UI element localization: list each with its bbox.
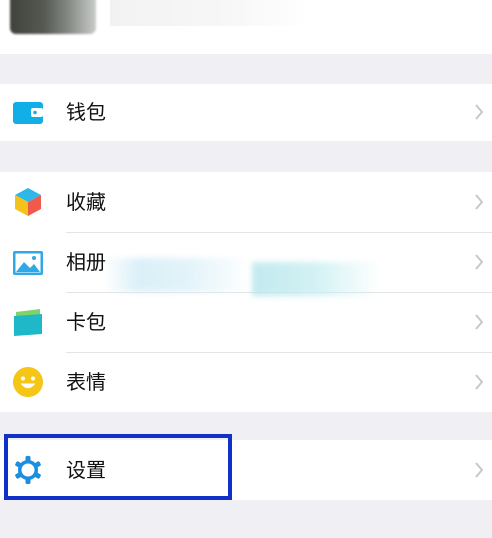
features-section: 收藏 相册 卡包 表情 (0, 172, 492, 412)
menu-item-cards-label: 卡包 (66, 310, 106, 334)
blurred-overlay (252, 262, 380, 296)
menu-item-photos-label: 相册 (66, 250, 106, 274)
gear-icon (12, 454, 44, 486)
profile-info-blurred (110, 0, 310, 26)
picture-icon (12, 246, 44, 278)
blurred-overlay (104, 258, 244, 292)
chevron-right-icon (474, 103, 484, 121)
chevron-right-icon (474, 313, 484, 331)
card-icon (12, 306, 44, 338)
menu-item-wallet-label: 钱包 (66, 100, 106, 124)
chevron-right-icon (474, 253, 484, 271)
chevron-right-icon (474, 461, 484, 479)
menu-item-settings[interactable]: 设置 (0, 440, 492, 500)
menu-item-wallet[interactable]: 钱包 (0, 84, 492, 141)
profile-header[interactable] (0, 0, 492, 54)
menu-item-stickers[interactable]: 表情 (0, 352, 492, 412)
chevron-right-icon (474, 373, 484, 391)
wallet-section: 钱包 (0, 84, 492, 141)
menu-item-favorites[interactable]: 收藏 (0, 172, 492, 232)
wallet-icon (12, 96, 44, 128)
menu-item-favorites-label: 收藏 (66, 190, 106, 214)
smiley-icon (12, 366, 44, 398)
settings-section: 设置 (0, 440, 492, 500)
menu-item-stickers-label: 表情 (66, 370, 106, 394)
avatar (10, 0, 96, 34)
chevron-right-icon (474, 193, 484, 211)
menu-item-settings-label: 设置 (66, 458, 106, 482)
cube-icon (12, 186, 44, 218)
menu-item-cards[interactable]: 卡包 (0, 292, 492, 352)
menu-item-photos[interactable]: 相册 (0, 232, 492, 292)
